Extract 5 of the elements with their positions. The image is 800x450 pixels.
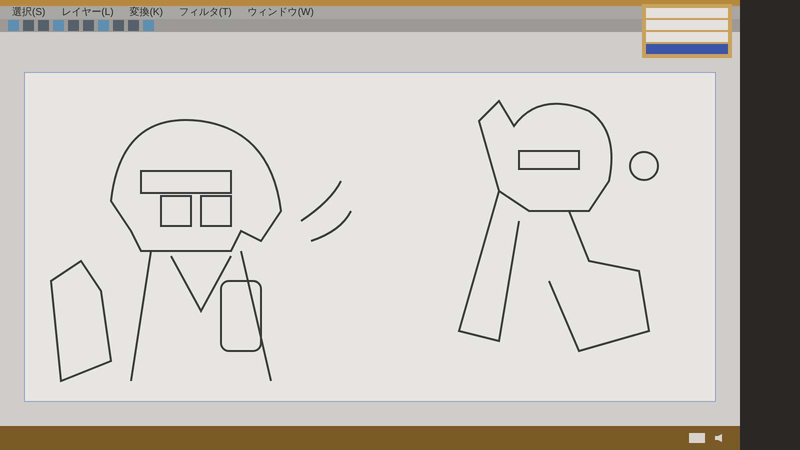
menu-item[interactable]: 選択(S) — [12, 8, 46, 18]
menu-item[interactable]: ウィンドウ(W) — [248, 8, 314, 18]
menu-item[interactable]: レイヤー(L) — [61, 8, 114, 18]
menu-item[interactable]: フィルタ(T) — [178, 8, 232, 18]
menu-item[interactable]: 変換(K) — [130, 8, 163, 18]
